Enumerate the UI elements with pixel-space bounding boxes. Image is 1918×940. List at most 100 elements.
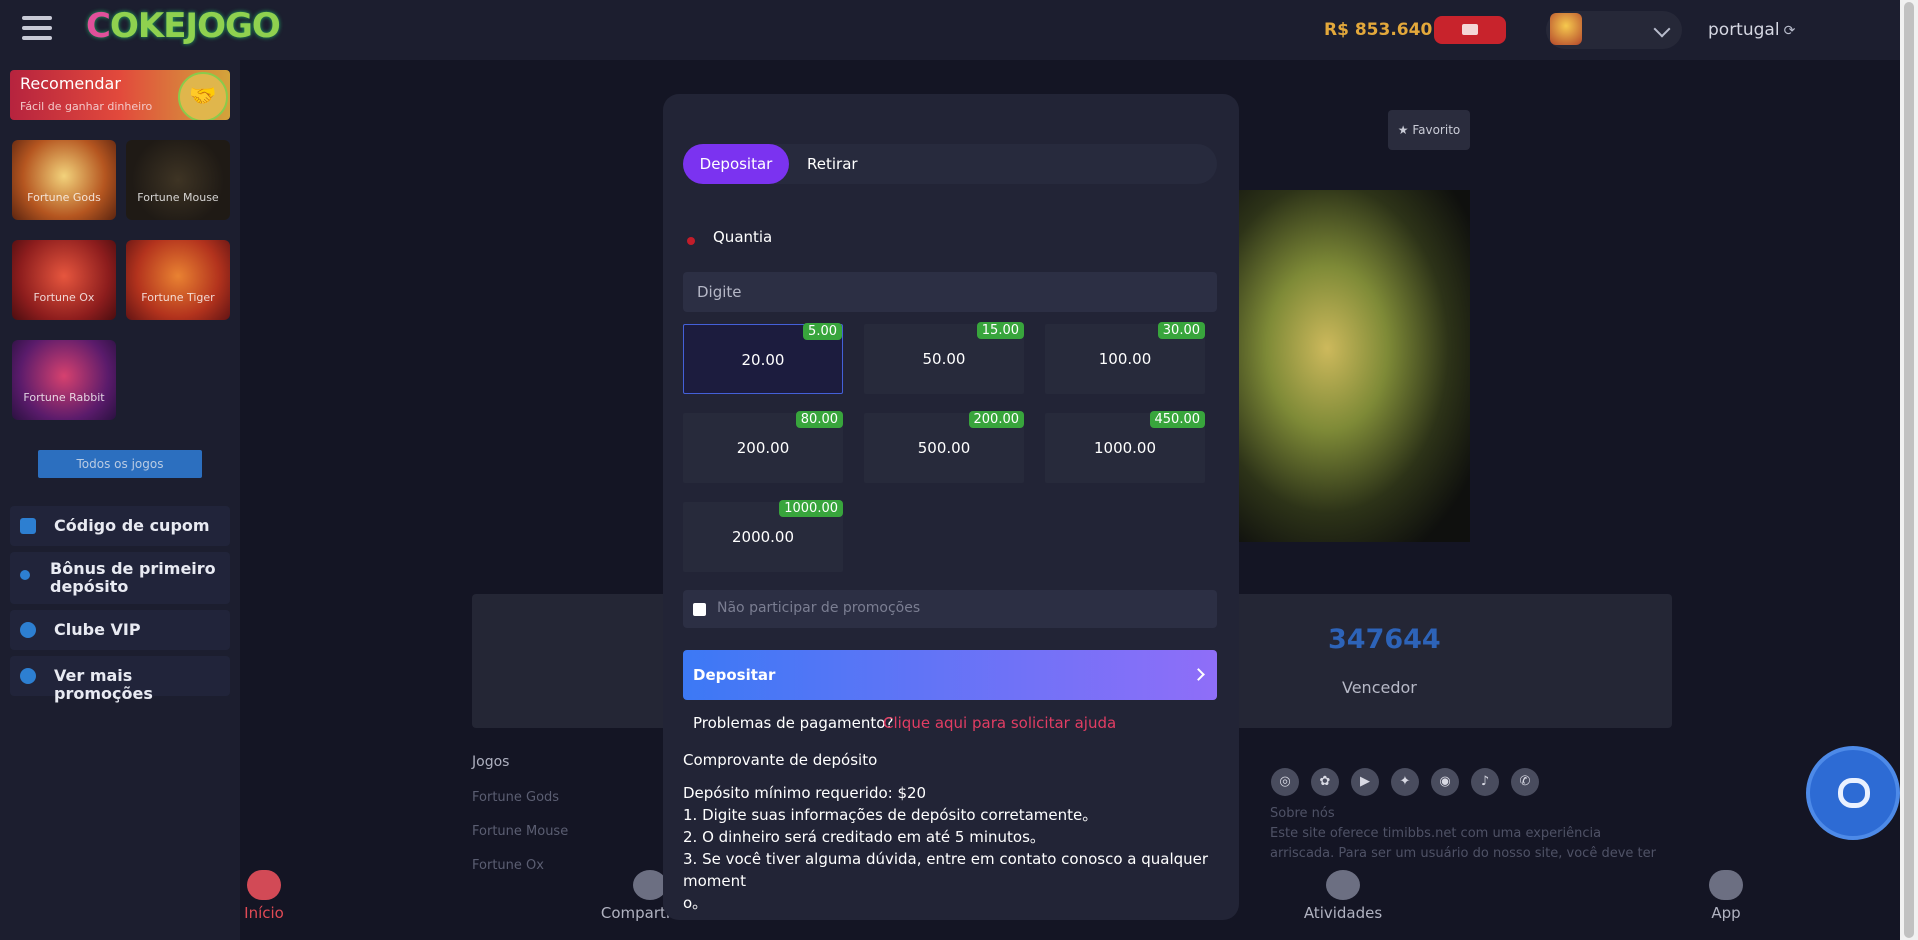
nav-label: App	[1711, 904, 1741, 922]
wallet-button[interactable]	[1434, 16, 1506, 44]
game-label: Fortune Ox	[33, 291, 95, 304]
instagram-alt-icon[interactable]: ◉	[1431, 768, 1459, 796]
recommend-banner[interactable]: Recomendar Fácil de ganhar dinheiro 🤝	[10, 70, 230, 120]
option-value: 200.00	[736, 439, 790, 457]
tab-deposit[interactable]: Depositar	[683, 144, 789, 184]
refresh-icon: ⟳	[1783, 23, 1796, 39]
sidebar-item-first-deposit-bonus[interactable]: Bônus de primeiro depósito	[10, 552, 230, 604]
amount-option-50[interactable]: 15.00 50.00	[864, 322, 1024, 394]
account-dropdown[interactable]	[1546, 11, 1682, 49]
site-logo[interactable]: COKEJOGO	[86, 6, 281, 46]
amount-option-20[interactable]: 5.00 20.00	[683, 323, 843, 394]
option-value: 50.00	[922, 350, 966, 368]
game-tile-fortune-mouse[interactable]: Fortune Mouse	[126, 140, 230, 220]
game-tile-fortune-gods[interactable]: Fortune Gods	[12, 140, 116, 220]
option-value: 1000.00	[1093, 439, 1157, 457]
option-value: 500.00	[917, 439, 971, 457]
option-value: 100.00	[1098, 350, 1152, 368]
footer-link[interactable]: Fortune Mouse	[472, 824, 568, 839]
deposit-withdraw-tabs: Depositar Retirar	[683, 144, 1217, 184]
gift-icon	[20, 570, 30, 580]
scrollbar-thumb[interactable]	[1904, 2, 1914, 938]
bonus-badge: 30.00	[1157, 322, 1205, 339]
game-label: Fortune Gods	[27, 191, 101, 204]
amount-option-200[interactable]: 80.00 200.00	[683, 411, 843, 483]
option-value: 20.00	[741, 351, 785, 369]
footer-games-heading: Jogos	[472, 754, 510, 770]
sidebar: Recomendar Fácil de ganhar dinheiro 🤝 Fo…	[0, 60, 240, 940]
support-chat-button[interactable]	[1806, 746, 1900, 840]
deposit-receipt-link[interactable]: Comprovante de depósito	[683, 751, 877, 769]
chevron-down-icon	[1653, 20, 1671, 38]
game-banner-image	[1232, 190, 1470, 542]
balance-amount: R$ 853.640	[1324, 20, 1433, 40]
sidebar-item-label: Clube VIP	[54, 620, 141, 639]
language-selector[interactable]: portugal ⟳	[1708, 20, 1795, 40]
amount-option-100[interactable]: 30.00 100.00	[1045, 322, 1205, 394]
amount-option-1000[interactable]: 450.00 1000.00	[1045, 411, 1205, 483]
avatar	[1550, 13, 1582, 45]
instruction-line: 1. Digite suas informações de depósito c…	[683, 806, 1098, 824]
top-bar: COKEJOGO R$ 853.640 portugal ⟳	[0, 0, 1900, 60]
telegram-icon	[20, 668, 36, 684]
instruction-line: 2. O dinheiro será creditado em até 5 mi…	[683, 828, 1045, 846]
bonus-badge: 450.00	[1149, 411, 1205, 428]
no-promotion-label: Não participar de promoções	[717, 600, 921, 616]
bonus-badge: 200.00	[968, 411, 1024, 428]
game-tile-fortune-rabbit[interactable]: Fortune Rabbit	[12, 340, 116, 420]
winner-count: 347644	[1328, 624, 1441, 655]
cloud-download-icon	[1709, 870, 1743, 900]
about-text: arriscada. Para ser um usuário do nosso …	[1270, 846, 1656, 861]
all-games-button[interactable]: Todos os jogos	[38, 450, 202, 478]
nav-app[interactable]: App	[1636, 870, 1816, 922]
youtube-icon[interactable]: ▶	[1351, 768, 1379, 796]
footer-link[interactable]: Fortune Gods	[472, 790, 559, 805]
handshake-icon: 🤝	[178, 72, 228, 120]
game-label: Fortune Mouse	[137, 191, 219, 204]
favorite-button[interactable]: ★ Favorito	[1388, 110, 1470, 150]
payment-problem-text: Problemas de pagamento?	[693, 714, 894, 732]
instruction-line: Depósito mínimo requerido: $20	[683, 784, 927, 802]
promo-title: Recomendar	[20, 74, 121, 93]
language-label: portugal	[1708, 20, 1780, 40]
winner-label: Vencedor	[1342, 678, 1417, 697]
medal-icon	[1326, 870, 1360, 900]
sidebar-item-label: Ver mais promoções	[54, 666, 153, 703]
logo-text: OKEJOGO	[109, 6, 281, 46]
sidebar-item-more-promotions[interactable]: Ver mais promoções	[10, 656, 230, 703]
help-request-link[interactable]: Clique aqui para solicitar ajuda	[883, 714, 1116, 732]
amount-option-2000[interactable]: 1000.00 2000.00	[683, 500, 843, 572]
tiktok-icon[interactable]: ♪	[1471, 768, 1499, 796]
kwai-icon[interactable]: ✿	[1311, 768, 1339, 796]
deposit-submit-button[interactable]: Depositar	[683, 650, 1217, 700]
amount-option-500[interactable]: 200.00 500.00	[864, 411, 1024, 483]
whatsapp-icon[interactable]: ✆	[1511, 768, 1539, 796]
twitter-icon[interactable]: ✦	[1391, 768, 1419, 796]
sidebar-item-label: Bônus de primeiro depósito	[50, 559, 216, 596]
instagram-icon[interactable]: ◎	[1271, 768, 1299, 796]
gamepad-icon	[247, 870, 281, 900]
bonus-badge: 80.00	[795, 411, 843, 428]
no-promotion-checkbox[interactable]	[693, 603, 706, 616]
bonus-badge: 1000.00	[779, 500, 843, 517]
nav-home[interactable]: Início	[174, 870, 354, 922]
amount-input[interactable]	[683, 272, 1217, 312]
sidebar-item-vip-club[interactable]: Clube VIP	[10, 610, 230, 650]
option-value: 2000.00	[731, 528, 795, 546]
logo-letter: C	[86, 6, 111, 46]
amount-label: Quantia	[713, 228, 773, 246]
page-scrollbar[interactable]	[1900, 0, 1918, 940]
instruction-line: 3. Se você tiver alguma dúvida, entre em…	[683, 850, 1209, 890]
bonus-badge: 15.00	[976, 322, 1024, 339]
game-tile-fortune-ox[interactable]: Fortune Ox	[12, 240, 116, 320]
menu-icon[interactable]	[22, 16, 52, 42]
about-text: Este site oferece timibbs.net com uma ex…	[1270, 826, 1602, 841]
chevron-right-icon	[1192, 668, 1205, 681]
tab-withdraw[interactable]: Retirar	[807, 144, 858, 184]
nav-label: Atividades	[1303, 904, 1383, 922]
sidebar-item-coupon[interactable]: Código de cupom	[10, 506, 230, 546]
game-label: Fortune Tiger	[141, 291, 215, 304]
required-marker	[687, 237, 695, 245]
nav-activities[interactable]: Atividades	[1253, 870, 1433, 922]
game-tile-fortune-tiger[interactable]: Fortune Tiger	[126, 240, 230, 320]
